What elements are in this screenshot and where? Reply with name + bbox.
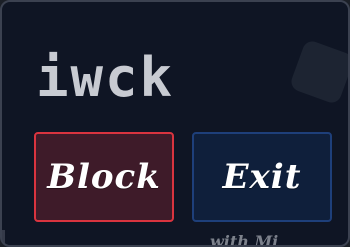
dialog-title: iwck [36,46,175,109]
block-button[interactable]: Block [34,132,174,222]
decorative-square [288,38,348,106]
exit-button-label: Exit [222,157,302,197]
block-button-label: Block [47,157,161,197]
dialog-panel: iwck Block Exit with Mi [0,0,350,247]
exit-button[interactable]: Exit [192,132,332,222]
decorative-bar [2,230,5,245]
footer-caption: with Mi [210,232,279,247]
